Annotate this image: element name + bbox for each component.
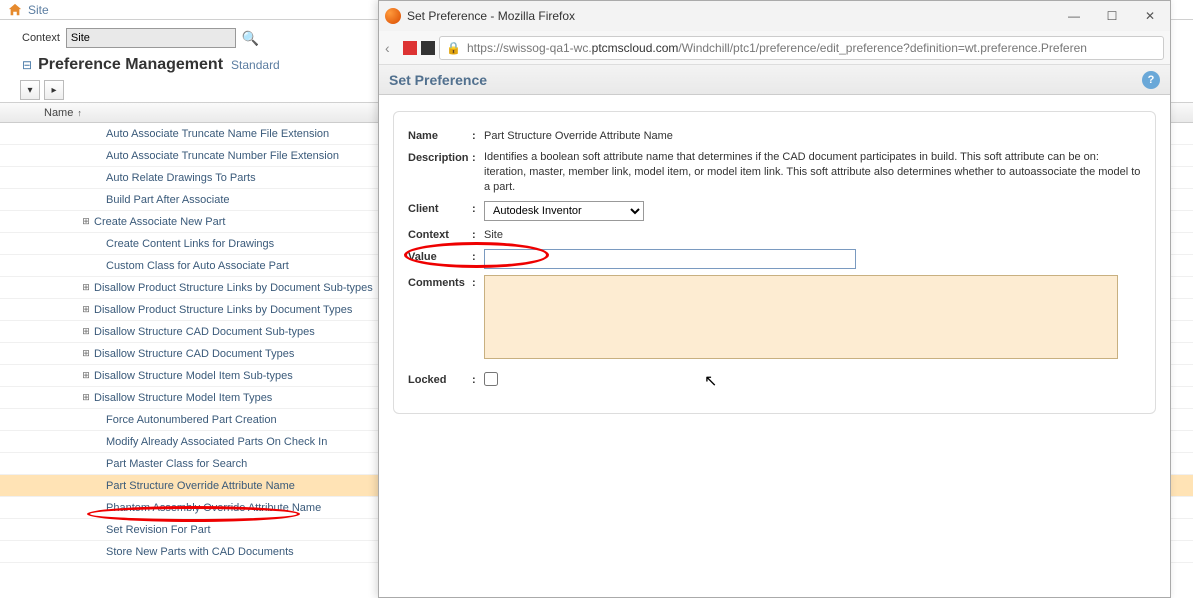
expand-icon[interactable]: ⊞: [80, 326, 92, 337]
tree-row-label: Disallow Structure CAD Document Types: [94, 348, 294, 360]
row-client: Client: Autodesk Inventor: [408, 201, 1141, 221]
tree-row-label: Create Content Links for Drawings: [106, 238, 274, 250]
tree-row-label: Create Associate New Part: [94, 216, 225, 228]
tree-row-label: Force Autonumbered Part Creation: [106, 414, 277, 426]
tree-row-label: Auto Relate Drawings To Parts: [106, 172, 256, 184]
close-button[interactable]: ✕: [1136, 5, 1164, 27]
value-input[interactable]: [484, 249, 856, 269]
tree-row-label: Build Part After Associate: [106, 194, 230, 206]
firefox-logo-icon: [385, 8, 401, 24]
tree-row-label: Disallow Structure Model Item Types: [94, 392, 272, 404]
form-panel: Name: Part Structure Override Attribute …: [393, 111, 1156, 414]
home-icon[interactable]: [8, 3, 22, 17]
page-title: Preference Management: [38, 56, 223, 74]
browser-toolbar: ‹ 🔒 https://swissog-qa1-wc.ptcmscloud.co…: [379, 31, 1170, 65]
search-icon[interactable]: 🔍: [242, 30, 259, 47]
row-comments: Comments:: [408, 275, 1141, 364]
tree-row-label: Auto Associate Truncate Number File Exte…: [106, 150, 339, 162]
extension-icon-2[interactable]: [421, 41, 435, 55]
address-bar[interactable]: 🔒 https://swissog-qa1-wc.ptcmscloud.com/…: [439, 36, 1164, 60]
tree-row-label: Disallow Product Structure Links by Docu…: [94, 282, 373, 294]
context-label: Context: [22, 32, 60, 44]
expand-icon[interactable]: ⊞: [80, 216, 92, 227]
page-subtitle[interactable]: Standard: [231, 58, 280, 72]
tree-row-label: Store New Parts with CAD Documents: [106, 546, 294, 558]
maximize-button[interactable]: ☐: [1098, 5, 1126, 27]
tree-row-label: Disallow Structure Model Item Sub-types: [94, 370, 293, 382]
page-content: Set Preference ? Name: Part Structure Ov…: [379, 65, 1170, 597]
toolbar-btn-2[interactable]: ▸: [44, 80, 64, 100]
dialog-header: Set Preference ?: [379, 65, 1170, 95]
tree-row-label: Set Revision For Part: [106, 524, 211, 536]
dialog-title: Set Preference: [389, 72, 1142, 88]
comments-textarea[interactable]: [484, 275, 1118, 359]
tree-row-label: Disallow Structure CAD Document Sub-type…: [94, 326, 315, 338]
minimize-button[interactable]: —: [1060, 5, 1088, 27]
row-context: Context: Site: [408, 227, 1141, 243]
row-name: Name: Part Structure Override Attribute …: [408, 128, 1141, 144]
window-title: Set Preference - Mozilla Firefox: [407, 9, 1060, 23]
expand-icon[interactable]: ⊞: [80, 282, 92, 293]
context-input[interactable]: [66, 28, 236, 48]
expand-icon[interactable]: ⊞: [80, 392, 92, 403]
toolbar-btn-1[interactable]: ▾: [20, 80, 40, 100]
breadcrumb-site[interactable]: Site: [28, 3, 49, 17]
client-select[interactable]: Autodesk Inventor: [484, 201, 644, 221]
sort-asc-icon: ↑: [77, 108, 82, 118]
row-description: Description: Identifies a boolean soft a…: [408, 150, 1141, 195]
tree-row-label: Part Structure Override Attribute Name: [106, 480, 295, 492]
tree-row-label: Part Master Class for Search: [106, 458, 247, 470]
locked-checkbox[interactable]: [484, 372, 498, 386]
help-icon[interactable]: ?: [1142, 71, 1160, 89]
extension-icon-1[interactable]: [403, 41, 417, 55]
expand-icon[interactable]: ⊞: [80, 348, 92, 359]
row-locked: Locked:: [408, 372, 1141, 391]
tree-row-label: Disallow Product Structure Links by Docu…: [94, 304, 352, 316]
window-titlebar[interactable]: Set Preference - Mozilla Firefox — ☐ ✕: [379, 1, 1170, 31]
expand-icon[interactable]: ⊞: [80, 304, 92, 315]
tree-row-label: Auto Associate Truncate Name File Extens…: [106, 128, 329, 140]
dialog-body: Name: Part Structure Override Attribute …: [379, 95, 1170, 597]
expand-icon[interactable]: ⊞: [80, 370, 92, 381]
tree-row-label: Modify Already Associated Parts On Check…: [106, 436, 327, 448]
lock-icon: 🔒: [446, 41, 461, 55]
row-value: Value:: [408, 249, 1141, 269]
tree-row-label: Phantom Assembly Override Attribute Name: [106, 502, 321, 514]
back-icon[interactable]: ‹: [385, 40, 399, 56]
collapse-icon[interactable]: ⊟: [22, 58, 32, 72]
tree-row-label: Custom Class for Auto Associate Part: [106, 260, 289, 272]
firefox-window: Set Preference - Mozilla Firefox — ☐ ✕ ‹…: [378, 0, 1171, 598]
